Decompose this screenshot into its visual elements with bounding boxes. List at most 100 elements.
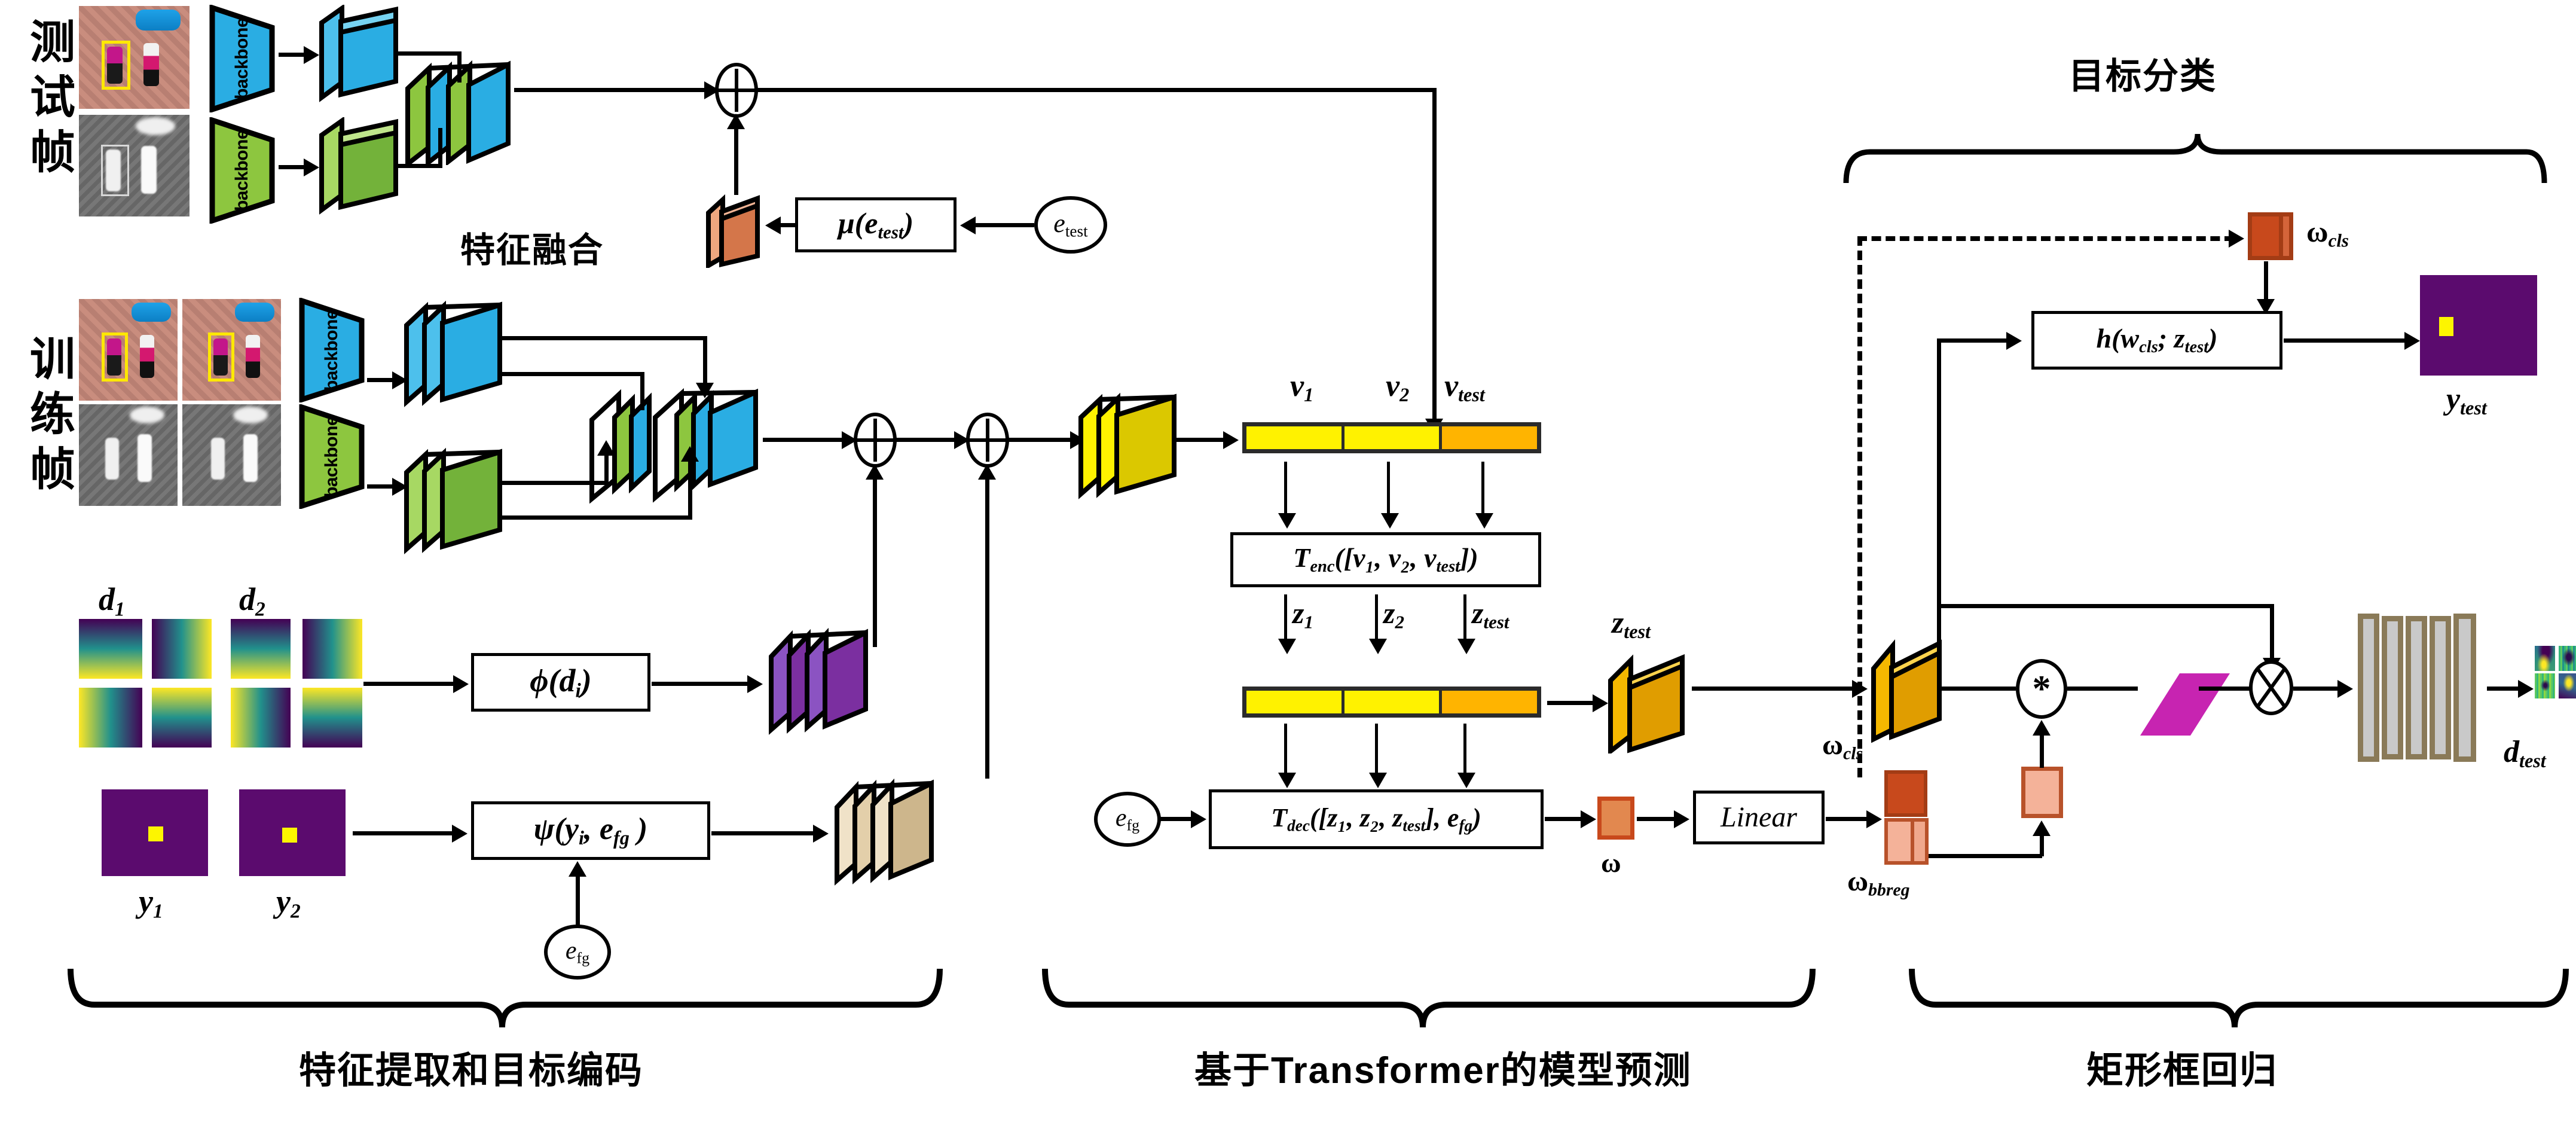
operator-mul-cross[interactable]: ⊗ [2249,660,2293,715]
label-z-test-arrow-base: z [1472,596,1484,630]
arrowhead-omega-to-linear [1674,810,1689,828]
arrowhead-etest-to-mu [960,216,976,234]
test-frame-rgb-image [79,6,190,109]
person-distractor [246,335,260,378]
ground-truth-bbox [208,332,234,382]
arrowhead-bbreg-up-to-block [2033,820,2051,836]
wire-head-to-ytest [2284,338,2414,343]
phi-sub: i [575,679,581,701]
ground-truth-bbox [102,41,130,90]
test-frame-ir-image [79,115,190,216]
conv-stack [2358,614,2483,763]
e-test-node[interactable]: etest [1034,196,1107,254]
operator-add-train-2[interactable]: ⊕ [966,413,1009,468]
arrow-z1-down [1284,594,1287,642]
label-embedding-cube [831,773,939,886]
arrowhead-zz2-down [1369,773,1387,788]
phi-close: ) [580,662,592,698]
architecture-diagram: 测试帧 训练帧 backbone backbone μ(etest) etest… [0,0,2576,1141]
arrow-v1-down [1284,462,1287,517]
arrow-z2-down [1375,594,1378,642]
label-omega-bbreg-base: ω [1847,865,1869,897]
backbone-test-ir: backbone [209,117,275,224]
arrowhead-z1-down [1278,639,1296,654]
wire-down-to-mul [2270,604,2274,661]
transformer-encoder-box[interactable]: Tenc([v₁, v₂, vtest]) [1230,532,1541,587]
label-z-test-cube: ztest [1612,608,1651,642]
wire-tan-to-add2 [985,468,989,779]
label-v-test-sub: test [1458,384,1485,406]
psi-mid: , e [583,811,613,846]
ir-hotspot [233,407,268,423]
tdec-args-sub2: fg [1459,816,1473,835]
y-test-mask [2420,275,2537,376]
train-frame-rgb-image-2 [182,299,281,401]
coord-map-d2-d [302,688,362,748]
label-y1-sub: 1 [152,900,163,923]
arrowhead-purple-to-add1 [866,464,884,480]
wire-etest-to-mu [967,223,1034,227]
mu-e-test-box[interactable]: μ(etest) [795,197,957,252]
arrowhead-mul-to-convstack [2337,680,2353,698]
coord-map-d1-b [152,619,212,679]
coord-map-d2-c [231,688,291,748]
mask-dot [148,826,163,841]
arrowhead-mu-to-add-test [727,114,745,129]
wire-test-ir-up [438,128,442,167]
mu-e-test-base: μ(e [838,206,878,240]
label-v1: v1 [1290,369,1313,405]
wire-purple-to-add1 [873,468,877,647]
coord-map-d1-d [152,688,212,748]
backbone-test-rgb: backbone [209,5,275,112]
arrowhead-d-to-phi [453,675,469,693]
arrowhead-train-rgb-top-down [696,383,714,398]
hcls-sub: cls [2139,337,2158,356]
wire-goldcube-to-star [1939,687,2016,691]
transformer-decoder-box[interactable]: Tdec([z₁, z₂, ztest], efg) [1209,789,1544,849]
linear-box[interactable]: Linear [1693,791,1825,844]
psi-box[interactable]: ψ(yi, efg ) [471,801,710,860]
e-fg-dec-sub: fg [1126,816,1140,834]
phi-box[interactable]: ϕ(di) [471,653,650,712]
linear-label: Linear [1720,801,1797,833]
tdec-args-close: ) [1472,803,1481,832]
operator-add-test-fusion[interactable]: ⊕ [715,63,758,118]
label-z1-sub: 1 [1304,611,1313,633]
label-v1-base: v [1290,369,1304,403]
wire-train-rgb-top-down [703,336,707,388]
token-z2 [1344,691,1443,713]
wire-linear-to-weights [1826,817,1872,821]
classifier-head-box[interactable]: h(wcls; ztest) [2031,311,2282,370]
brace-transformer-prediction [1042,968,1816,1028]
d-test-featuremap-bl [2535,673,2555,698]
tenc-args: ([v₁, v₂, v [1334,542,1437,573]
brace-bbox-regression [1909,968,2569,1028]
wire-phi-to-purplecube [652,682,753,686]
arrowhead-ztest-to-goldcube [1852,680,1868,698]
label-z2-sub: 2 [1395,611,1404,633]
label-y2: y2 [276,885,301,922]
fusion-embedding-slab [702,190,768,270]
hcls-close: ) [2208,322,2218,353]
operator-conv-star[interactable]: * [2016,659,2067,719]
label-v2: v2 [1386,371,1409,405]
tdec-base: T [1271,803,1288,832]
person-distractor [140,335,154,378]
arrowhead-phi-to-purplecube [747,675,763,693]
token-strip-z [1242,687,1541,718]
arrowhead-mu-to-slab [765,216,781,234]
label-omega: ω [1601,849,1621,877]
arrowhead-zztest-down [1457,773,1475,788]
omega-cls-block-top-depth [2279,212,2293,260]
wire-bbreg-to-weightblock [1929,854,2042,858]
arrowhead-decoder-to-omega [1581,810,1596,828]
arrowhead-convstack-to-dtest [2518,680,2534,698]
wire-train-ir-bot [501,515,692,520]
brace-feature-extraction [68,968,943,1028]
operator-add-train-1[interactable]: ⊕ [854,413,897,468]
d-test-featuremap-tl [2535,646,2555,671]
e-fg-decoder-node[interactable]: efg [1094,792,1161,847]
arrowhead-v2-down [1381,513,1399,529]
label-d-test-base: d [2504,735,2519,769]
label-omega-cls-top-base: ω [2306,215,2329,248]
